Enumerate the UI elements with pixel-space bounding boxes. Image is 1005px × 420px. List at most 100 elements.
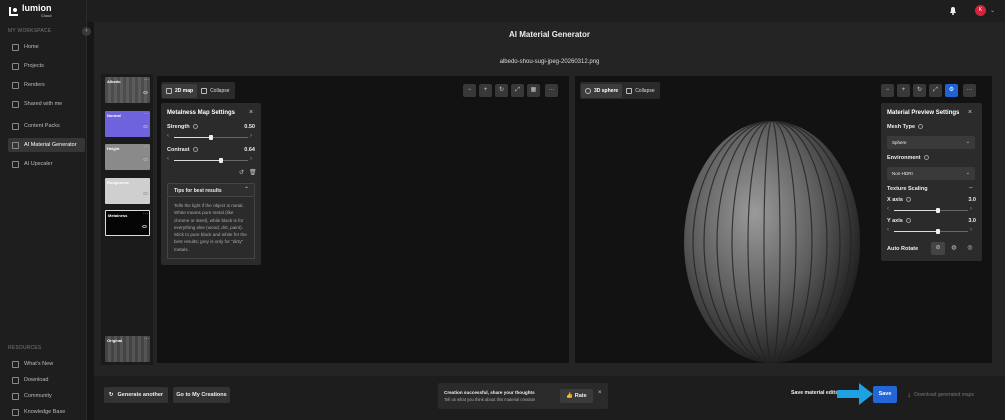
x-axis-slider[interactable] bbox=[894, 208, 968, 213]
info-icon[interactable] bbox=[905, 197, 911, 203]
info-icon[interactable] bbox=[192, 147, 198, 153]
chevron-left-icon[interactable]: ‹ bbox=[167, 133, 169, 139]
rate-button[interactable]: 👍 Rate bbox=[560, 389, 593, 403]
sidebar-collapse-button[interactable]: ‹ bbox=[82, 27, 91, 36]
map-thumb-label: Metalness bbox=[108, 213, 128, 218]
download-icon bbox=[12, 376, 19, 384]
reset-icon[interactable]: ↺ bbox=[239, 169, 244, 176]
close-icon[interactable]: × bbox=[968, 109, 972, 116]
eye-icon[interactable] bbox=[142, 225, 147, 228]
chevron-left-icon[interactable]: ‹ bbox=[887, 206, 889, 212]
chevron-left-icon[interactable]: ‹ bbox=[887, 227, 889, 233]
eye-icon[interactable] bbox=[143, 125, 148, 128]
rate-label: Rate bbox=[574, 393, 587, 399]
sidebar-item-community[interactable]: Community bbox=[8, 389, 85, 403]
collapse-2d-button[interactable]: Collapse bbox=[197, 84, 233, 98]
more-icon[interactable]: ··· bbox=[144, 77, 149, 83]
brand-logo[interactable]: lumion Cloud bbox=[9, 4, 52, 18]
link-icon[interactable]: ⇔ bbox=[968, 185, 974, 191]
map-thumb-roughness[interactable]: Roughness ··· bbox=[105, 178, 150, 204]
save-button[interactable]: Save bbox=[873, 386, 897, 403]
eye-icon[interactable] bbox=[143, 91, 148, 94]
chevron-right-icon[interactable]: › bbox=[970, 227, 972, 233]
more-options-icon[interactable]: ··· bbox=[963, 84, 976, 97]
tips-accordion-header[interactable]: Tips for best results ⌃ bbox=[167, 183, 255, 197]
generate-another-button[interactable]: ↻ Generate another bbox=[104, 387, 168, 403]
download-maps-button[interactable]: ⤓ Download generated maps bbox=[902, 386, 990, 403]
x-axis-slider-thumb[interactable] bbox=[936, 208, 941, 213]
more-icon[interactable]: ··· bbox=[144, 144, 149, 150]
strength-slider[interactable] bbox=[174, 135, 248, 140]
more-icon[interactable]: ··· bbox=[143, 211, 148, 217]
sidebar-item-projects[interactable]: Projects bbox=[8, 59, 85, 73]
close-icon[interactable]: × bbox=[249, 109, 253, 116]
chevron-right-icon[interactable]: › bbox=[970, 206, 972, 212]
sidebar-item-ai-upscaler[interactable]: AI Upscaler bbox=[8, 157, 85, 171]
grid-icon bbox=[166, 87, 172, 94]
collapse-3d-button[interactable]: Collapse bbox=[622, 84, 658, 98]
rotate-fast-icon[interactable]: ◎ bbox=[963, 242, 977, 255]
zoom-out-icon[interactable]: − bbox=[463, 84, 476, 97]
strength-label-text: Strength bbox=[167, 124, 190, 130]
x-axis-label-text: X axis bbox=[887, 197, 903, 203]
sidebar-item-knowledge-base[interactable]: Knowledge Base bbox=[8, 405, 85, 419]
map-thumb-albedo[interactable]: Albedo ··· bbox=[105, 77, 150, 103]
trash-icon[interactable]: 🗑 bbox=[249, 169, 257, 176]
settings-icon[interactable]: ⚙ bbox=[945, 84, 958, 97]
more-icon[interactable]: ··· bbox=[144, 178, 149, 184]
info-icon[interactable] bbox=[905, 218, 911, 224]
fullscreen-icon[interactable]: ⤢ bbox=[929, 84, 942, 97]
chevron-right-icon[interactable]: › bbox=[250, 133, 252, 139]
y-axis-slider[interactable] bbox=[894, 229, 968, 234]
chevron-down-icon[interactable]: ⌄ bbox=[990, 7, 995, 14]
eye-icon[interactable] bbox=[143, 192, 148, 195]
tile-icon[interactable]: ▦ bbox=[527, 84, 540, 97]
more-icon[interactable]: ··· bbox=[144, 336, 149, 342]
refresh-icon[interactable]: ↻ bbox=[495, 84, 508, 97]
auto-rotate-label: Auto Rotate bbox=[887, 246, 919, 252]
sidebar-item-label: Content Packs bbox=[24, 123, 60, 129]
collapse-3d-label: Collapse bbox=[635, 87, 655, 94]
map-thumb-height[interactable]: Height ··· bbox=[105, 144, 150, 170]
feedback-toast: Creation successful, share your thoughts… bbox=[438, 383, 608, 409]
more-options-icon[interactable]: ··· bbox=[545, 84, 558, 97]
sidebar-item-content-packs[interactable]: Content Packs bbox=[8, 119, 85, 133]
sidebar-item-download[interactable]: Download bbox=[8, 373, 85, 387]
avatar[interactable]: K bbox=[975, 5, 986, 16]
more-icon[interactable]: ··· bbox=[144, 111, 149, 117]
refresh-icon[interactable]: ↻ bbox=[913, 84, 926, 97]
info-icon[interactable] bbox=[923, 155, 929, 161]
map-thumb-metalness[interactable]: Metalness ··· bbox=[105, 210, 150, 236]
view-3d-sphere-button[interactable]: 3D sphere bbox=[581, 83, 623, 98]
map-thumb-original[interactable]: Original ··· bbox=[105, 336, 150, 362]
bell-icon[interactable] bbox=[949, 6, 957, 15]
info-icon[interactable] bbox=[918, 124, 924, 130]
content-packs-icon bbox=[12, 122, 19, 130]
eye-icon[interactable] bbox=[143, 158, 148, 161]
sidebar-item-ai-material-generator[interactable]: AI Material Generator bbox=[8, 138, 85, 152]
go-to-creations-button[interactable]: Go to My Creations bbox=[173, 387, 230, 403]
sidebar-item-shared[interactable]: Shared with me bbox=[8, 97, 85, 111]
fullscreen-icon[interactable]: ⤢ bbox=[511, 84, 524, 97]
environment-select[interactable]: Non-HDRI ⌄ bbox=[887, 167, 975, 180]
view-2d-map-button[interactable]: 2D map bbox=[162, 83, 198, 98]
rotate-slow-icon[interactable]: ◍ bbox=[947, 242, 961, 255]
contrast-slider-thumb[interactable] bbox=[219, 158, 224, 163]
download-maps-label: Download generated maps bbox=[914, 391, 974, 398]
sidebar-item-renders[interactable]: Renders bbox=[8, 78, 85, 92]
chevron-right-icon[interactable]: › bbox=[250, 156, 252, 162]
y-axis-slider-thumb[interactable] bbox=[936, 229, 941, 234]
close-icon[interactable]: × bbox=[598, 390, 602, 396]
sidebar-item-whats-new[interactable]: What's New bbox=[8, 357, 85, 371]
mesh-type-select[interactable]: Sphere ⌄ bbox=[887, 136, 975, 149]
zoom-in-icon[interactable]: + bbox=[897, 84, 910, 97]
map-thumb-normal[interactable]: Normal ··· bbox=[105, 111, 150, 137]
zoom-in-icon[interactable]: + bbox=[479, 84, 492, 97]
sidebar-item-home[interactable]: Home bbox=[8, 40, 85, 54]
zoom-out-icon[interactable]: − bbox=[881, 84, 894, 97]
info-icon[interactable] bbox=[192, 124, 198, 130]
chevron-left-icon[interactable]: ‹ bbox=[167, 156, 169, 162]
rotate-off-icon[interactable]: ⊘ bbox=[931, 242, 945, 255]
contrast-slider[interactable] bbox=[174, 158, 248, 163]
strength-slider-thumb[interactable] bbox=[209, 135, 213, 140]
